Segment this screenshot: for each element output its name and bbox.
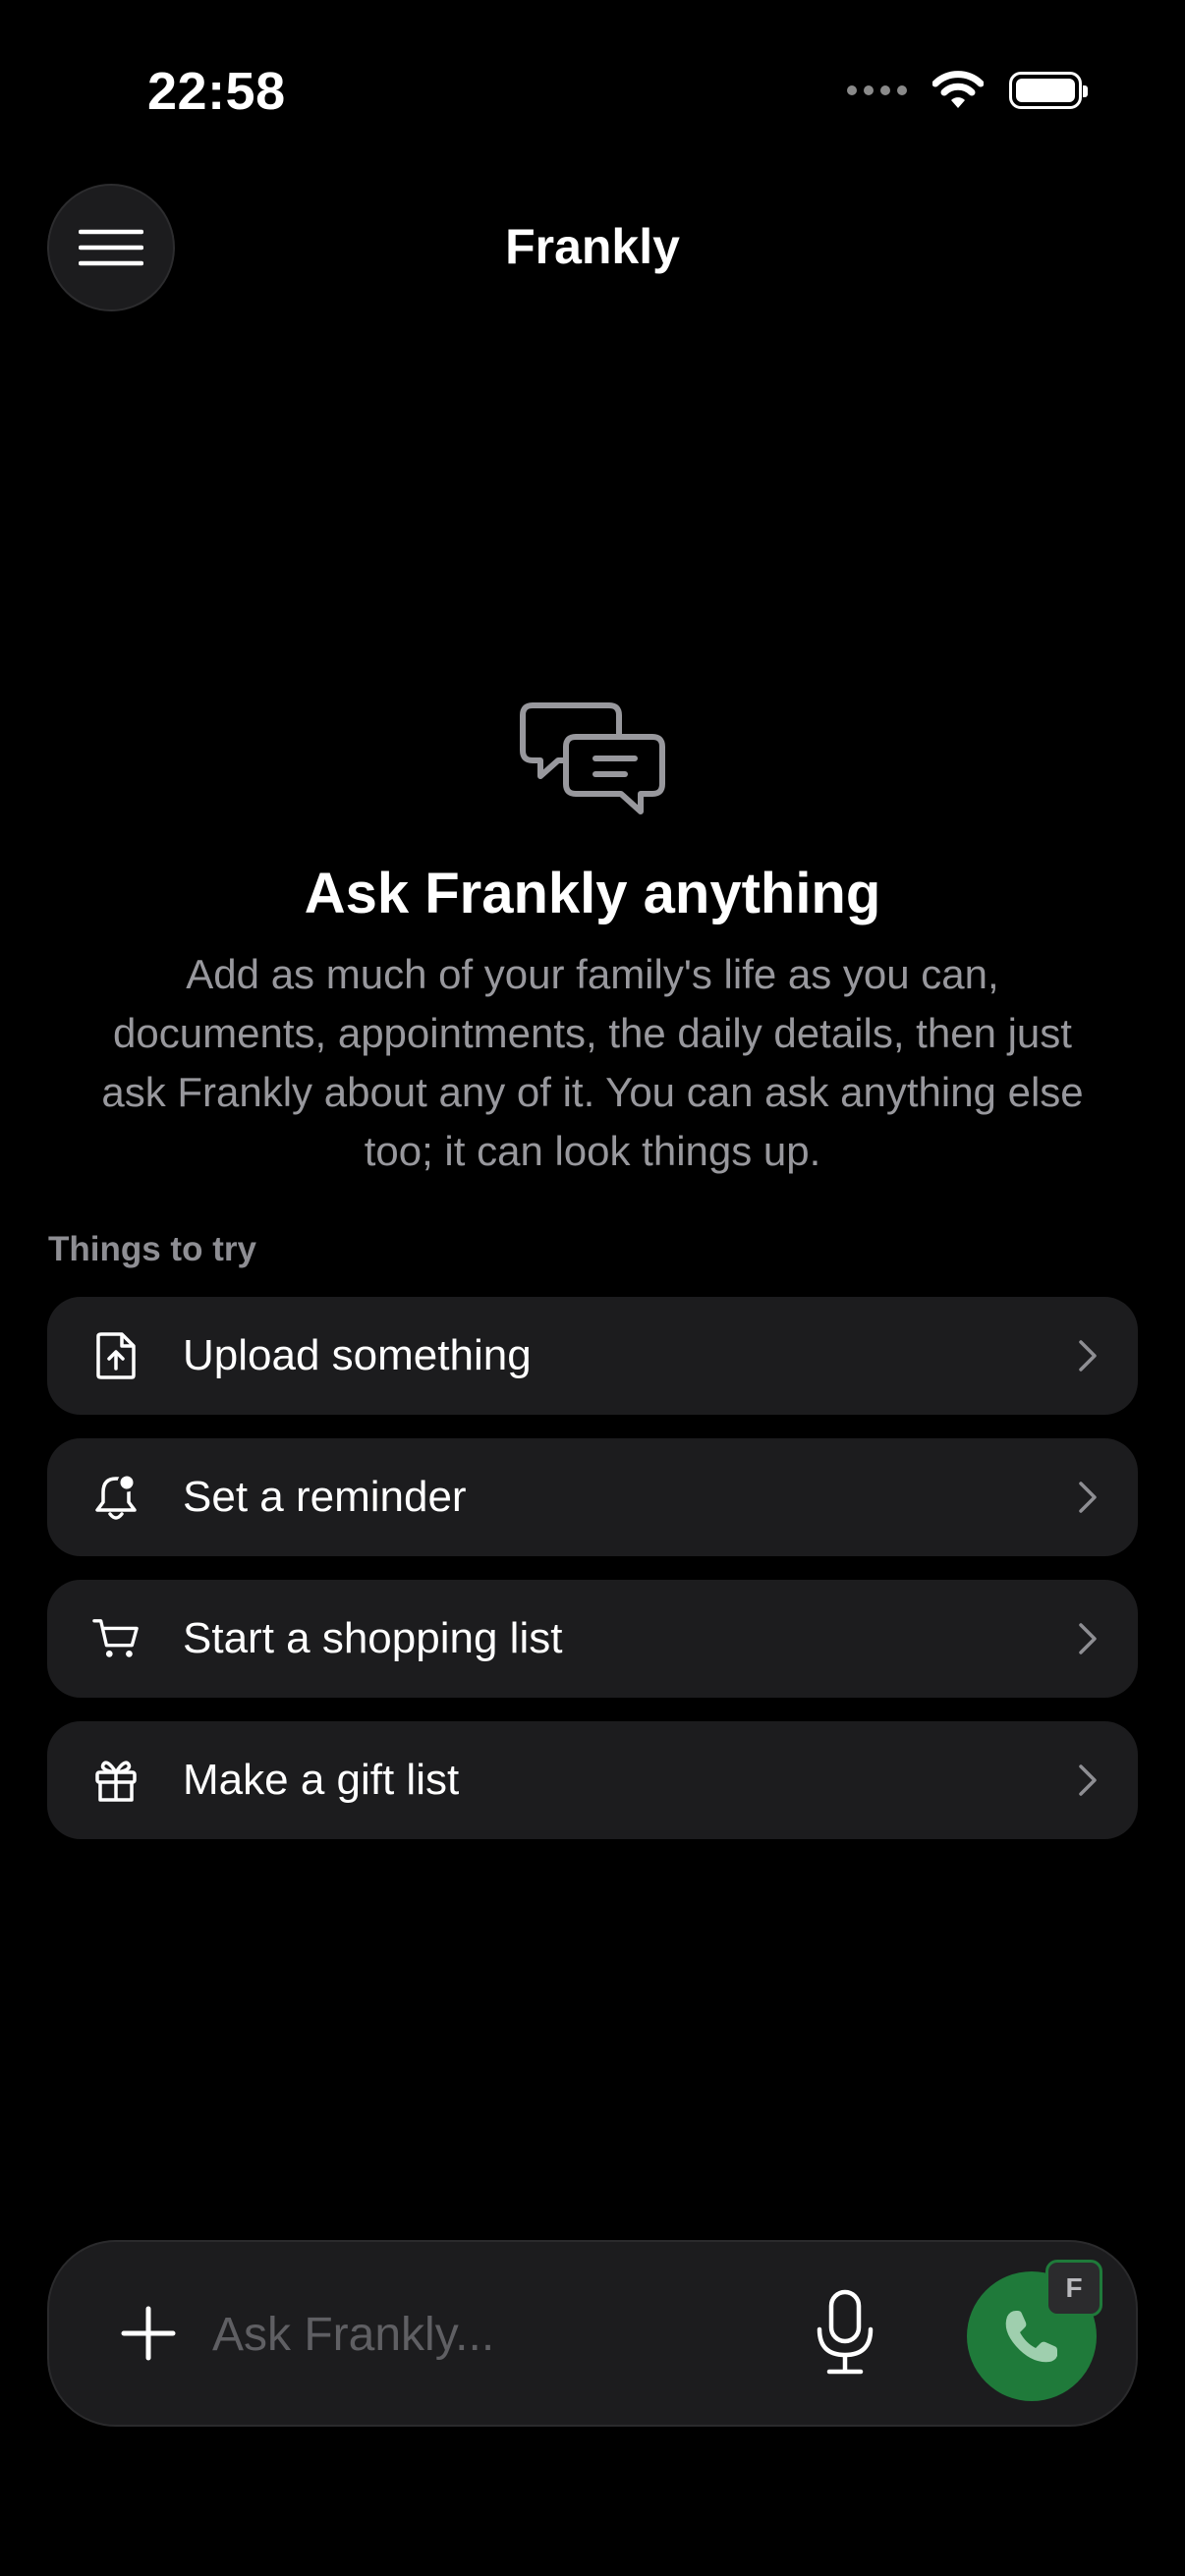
- empty-state-title: Ask Frankly anything: [304, 862, 881, 925]
- chevron-right-icon: [1079, 1764, 1097, 1796]
- battery-icon: [1009, 72, 1088, 109]
- chat-bubbles-icon: [520, 702, 665, 814]
- empty-state-description: Add as much of your family's life as you…: [101, 951, 1084, 1174]
- chevron-right-icon: [1079, 1482, 1097, 1513]
- section-label: Things to try: [48, 1230, 256, 1268]
- suggestion-upload-something[interactable]: Upload something: [47, 1297, 1138, 1415]
- microphone-icon: [817, 2289, 874, 2375]
- suggestion-start-a-shopping-list[interactable]: Start a shopping list: [47, 1580, 1138, 1698]
- suggestion-label: Start a shopping list: [183, 1614, 563, 1662]
- suggestion-label: Make a gift list: [183, 1756, 460, 1804]
- page-title: Frankly: [505, 219, 680, 274]
- composer-bar: [47, 2240, 1138, 2427]
- suggestion-make-a-gift-list[interactable]: Make a gift list: [47, 1721, 1138, 1839]
- ask-input[interactable]: [212, 2295, 782, 2374]
- microphone-button[interactable]: [796, 2283, 894, 2381]
- status-time: 22:58: [147, 62, 286, 121]
- chevron-right-icon: [1079, 1340, 1097, 1372]
- document-upload-icon: [96, 1332, 136, 1379]
- cellular-signal-icon: [847, 85, 907, 95]
- cart-icon: [92, 1619, 139, 1657]
- suggestion-label: Upload something: [183, 1331, 532, 1379]
- plus-icon: [121, 2306, 176, 2361]
- add-attachment-button[interactable]: [102, 2287, 195, 2380]
- frankly-badge: F: [1045, 2260, 1102, 2317]
- status-icons: [847, 71, 1088, 110]
- gift-icon: [95, 1761, 137, 1802]
- bell-icon: [95, 1473, 137, 1520]
- suggestion-list: Upload something Set a reminder Start a …: [47, 1297, 1138, 1863]
- wifi-icon: [932, 71, 984, 108]
- chevron-right-icon: [1079, 1623, 1097, 1654]
- suggestion-label: Set a reminder: [183, 1473, 467, 1521]
- suggestion-set-a-reminder[interactable]: Set a reminder: [47, 1438, 1138, 1556]
